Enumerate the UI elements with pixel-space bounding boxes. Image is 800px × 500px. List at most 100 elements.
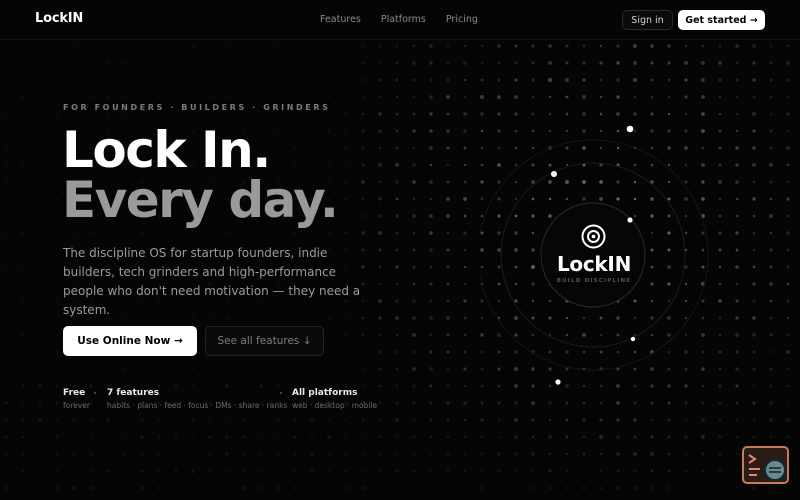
nav-link-platforms[interactable]: Platforms [381,14,426,25]
hero-eyebrow: FOR FOUNDERS · BUILDERS · GRINDERS [63,103,331,112]
nav-link-pricing[interactable]: Pricing [446,14,478,25]
grid-dot [327,95,330,98]
grid-dot [718,44,722,48]
stat-sub: habits · plans · feed · focus · DMs · sh… [107,401,288,410]
grid-dot [293,367,297,371]
grid-dot [89,469,93,473]
grid-dot [56,215,59,218]
grid-dot [429,316,433,320]
grid-dot [735,44,739,48]
grid-dot [293,146,297,150]
grid-dot [616,486,620,490]
grid-dot [39,266,42,269]
grid-dot [175,96,178,99]
grid-dot [5,130,7,132]
grid-dot [769,197,773,201]
grid-dot [89,95,93,99]
nav-link-features[interactable]: Features [320,14,361,25]
see-all-features-button[interactable]: See all features ↓ [205,326,324,356]
grid-dot [191,61,195,65]
grid-dot [209,487,212,490]
grid-dot [446,78,450,82]
grid-dot [786,95,790,99]
grid-dot [531,78,535,82]
grid-dot [208,78,212,82]
grid-dot [769,350,773,354]
grid-dot [565,78,569,82]
grid-dot [310,418,314,422]
grid-dot [429,384,433,388]
grid-dot [242,61,245,64]
grid-dot [412,401,416,405]
grid-dot [395,469,399,473]
grid-dot [429,418,433,422]
grid-dot [73,470,76,473]
grid-dot [446,435,450,439]
grid-dot [514,61,518,65]
grid-dot [4,401,8,405]
stat-sub: web · desktop · mobile [292,401,378,410]
grid-dot [55,61,59,65]
grid-dot [378,299,382,303]
grid-dot [242,469,246,473]
grid-dot [361,163,365,167]
get-started-button[interactable]: Get started → [678,10,765,30]
grid-dot [497,44,501,48]
grid-dot [107,232,110,235]
grid-dot [463,367,467,371]
grid-dot [361,146,365,150]
grid-dot [259,112,262,115]
grid-dot [344,469,348,473]
grid-dot [582,452,586,456]
grid-dot [276,418,280,422]
grid-dot [157,231,161,235]
grid-dot [22,198,24,200]
grid-dot [378,452,382,456]
grid-dot [395,435,399,439]
grid-dot [294,45,297,48]
grid-dot [293,95,296,98]
grid-dot [531,435,535,439]
grid-dot [259,469,263,473]
grid-dot [463,197,467,201]
grid-dot [55,452,59,456]
grid-dot [446,418,450,422]
grid-dot [73,113,76,116]
grid-dot [5,249,7,251]
top-nav: LockIN Features Platforms Pricing Sign i… [0,0,800,40]
stat-label: All platforms [292,388,358,398]
grid-dot [4,146,7,149]
grid-dot [786,197,790,201]
target-icon [581,224,606,249]
grid-dot [277,96,280,99]
grid-dot [752,112,756,116]
grid-dot [242,486,246,490]
grid-dot [39,283,41,285]
sign-in-button[interactable]: Sign in [622,10,673,30]
grid-dot [378,95,382,99]
assistant-widget-button[interactable] [742,446,789,484]
use-online-now-button[interactable]: Use Online Now → [63,326,197,356]
grid-dot [752,401,756,405]
grid-dot [429,231,433,235]
brand-logo[interactable]: LockIN [35,11,83,26]
grid-dot [361,61,365,65]
grid-dot [38,180,42,184]
grid-dot [327,231,331,235]
nav-links: Features Platforms Pricing [320,14,478,25]
grid-dot [701,452,705,456]
grid-dot [769,316,773,320]
grid-dot [463,44,467,48]
grid-dot [226,79,229,82]
grid-dot [769,61,773,65]
grid-dot [446,197,450,201]
grid-dot [327,44,331,48]
grid-dot [327,129,331,133]
grid-dot [395,112,399,116]
grid-dot [55,333,58,336]
grid-dot [55,435,59,439]
grid-dot [107,113,110,116]
grid-dot [123,384,127,388]
grid-dot [565,435,569,439]
grid-dot [38,163,42,167]
